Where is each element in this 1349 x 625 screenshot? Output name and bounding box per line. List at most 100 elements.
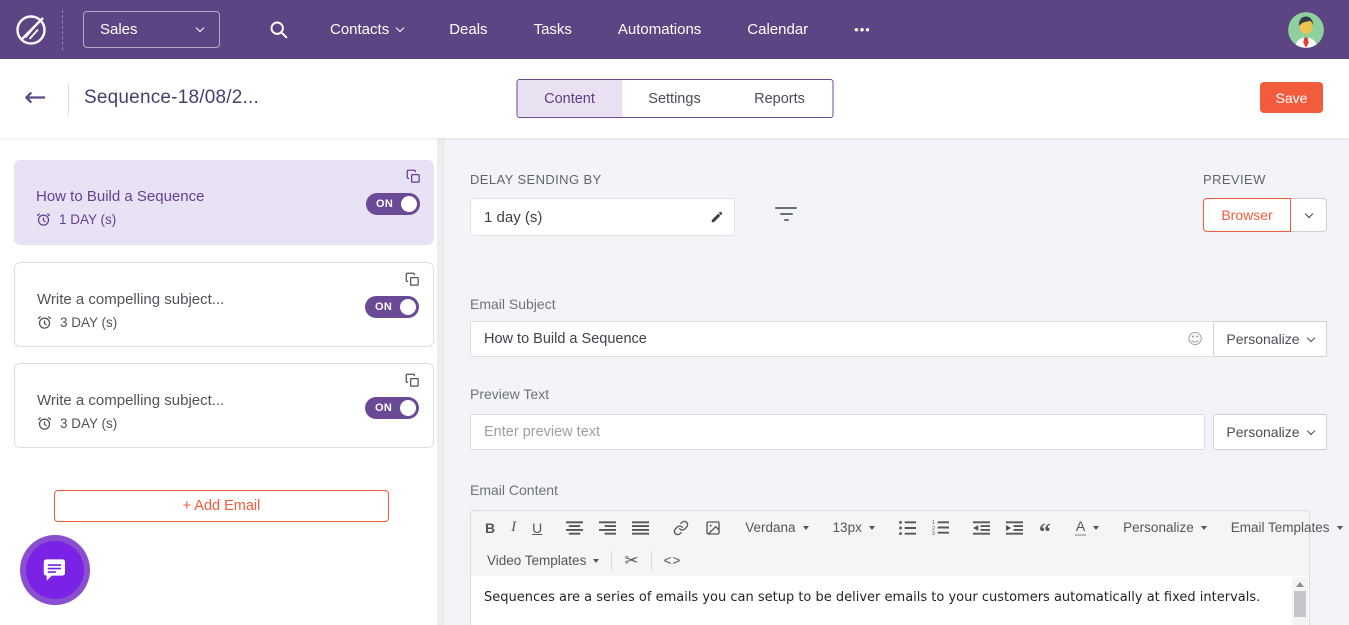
nav-item-contacts[interactable]: Contacts bbox=[307, 21, 426, 38]
back-button[interactable]: ← bbox=[24, 81, 47, 115]
preview-personalize-button[interactable]: Personalize bbox=[1213, 414, 1327, 450]
subject-personalize-button[interactable]: Personalize bbox=[1213, 321, 1327, 357]
email-body-editor[interactable]: Sequences are a series of emails you can… bbox=[470, 576, 1310, 625]
outdent-button[interactable] bbox=[965, 511, 998, 544]
preview-browser-button[interactable]: Browser bbox=[1203, 198, 1291, 232]
preview-button-group: Browser bbox=[1203, 198, 1327, 232]
copy-icon[interactable] bbox=[405, 373, 420, 393]
tab-content[interactable]: Content bbox=[517, 80, 622, 117]
nav-item-automations[interactable]: Automations bbox=[595, 21, 724, 38]
preview-text-label: Preview Text bbox=[470, 386, 549, 402]
alarm-icon bbox=[37, 416, 52, 431]
email-body-text: Sequences are a series of emails you can… bbox=[471, 576, 1309, 605]
email-subject-label: Email Subject bbox=[470, 296, 556, 312]
add-email-button[interactable]: + Add Email bbox=[54, 490, 389, 522]
delay-text: 1 DAY (s) bbox=[59, 212, 116, 227]
chevron-down-icon bbox=[196, 24, 204, 32]
insert-link-button[interactable] bbox=[665, 511, 697, 544]
toggle-knob bbox=[400, 400, 416, 416]
avatar-icon bbox=[1288, 12, 1324, 48]
chat-bubble-icon bbox=[40, 555, 70, 585]
delay-input[interactable] bbox=[470, 198, 735, 236]
email-subject-input[interactable] bbox=[470, 321, 1213, 357]
toggle-on-label: ON bbox=[375, 402, 392, 414]
toggle-knob bbox=[401, 196, 417, 212]
email-card[interactable]: Write a compelling subject... 3 DAY (s) … bbox=[14, 363, 434, 448]
pencil-icon[interactable] bbox=[710, 210, 724, 229]
delay-text: 3 DAY (s) bbox=[60, 315, 117, 330]
workspace-dropdown[interactable]: Sales bbox=[83, 11, 220, 48]
dropdown-arrow-icon bbox=[803, 526, 809, 530]
top-navbar: Sales Contacts Deals Tasks Automations C… bbox=[0, 0, 1349, 59]
chevron-down-icon bbox=[1304, 209, 1312, 217]
save-button[interactable]: Save bbox=[1260, 82, 1323, 113]
insert-image-button[interactable] bbox=[697, 511, 729, 544]
email-card[interactable]: How to Build a Sequence 1 DAY (s) ON bbox=[14, 160, 434, 245]
toggle-knob bbox=[400, 299, 416, 315]
numbered-list-button[interactable]: 123 bbox=[924, 511, 957, 544]
align-justify-button[interactable] bbox=[624, 511, 657, 544]
sidebar-scrollbar[interactable] bbox=[437, 138, 445, 625]
underline-button[interactable]: U bbox=[524, 511, 550, 544]
font-color-dropdown[interactable]: A bbox=[1067, 511, 1107, 544]
preview-dropdown-button[interactable] bbox=[1291, 198, 1327, 232]
email-card-delay: 1 DAY (s) bbox=[36, 212, 116, 227]
copy-icon[interactable] bbox=[406, 169, 421, 189]
nav-item-tasks[interactable]: Tasks bbox=[511, 21, 595, 38]
email-card[interactable]: Write a compelling subject... 3 DAY (s) … bbox=[14, 262, 434, 347]
toggle-on-label: ON bbox=[376, 198, 393, 210]
code-view-button[interactable]: <> bbox=[656, 544, 690, 577]
chat-widget-button[interactable] bbox=[20, 535, 90, 605]
email-toggle[interactable]: ON bbox=[365, 397, 419, 419]
email-toggle[interactable]: ON bbox=[365, 296, 419, 318]
filter-icon[interactable] bbox=[772, 204, 800, 224]
nav-more-button[interactable]: ••• bbox=[831, 22, 894, 37]
user-avatar[interactable] bbox=[1288, 12, 1324, 48]
copy-icon[interactable] bbox=[405, 272, 420, 292]
font-family-dropdown[interactable]: Verdana bbox=[737, 511, 816, 544]
email-card-title: Write a compelling subject... bbox=[37, 291, 224, 308]
subject-input-wrap: ☺ bbox=[470, 321, 1213, 357]
email-card-delay: 3 DAY (s) bbox=[37, 315, 117, 330]
align-center-button[interactable] bbox=[558, 511, 591, 544]
video-templates-label: Video Templates bbox=[487, 553, 586, 568]
toolbar-row-1: B I U bbox=[471, 511, 1309, 544]
chevron-down-icon bbox=[396, 24, 404, 32]
nav-item-calendar[interactable]: Calendar bbox=[724, 21, 831, 38]
app-logo[interactable] bbox=[0, 12, 62, 48]
delay-input-wrap bbox=[470, 198, 735, 236]
align-right-button[interactable] bbox=[591, 511, 624, 544]
email-templates-dropdown[interactable]: Email Templates bbox=[1223, 511, 1349, 544]
tab-settings[interactable]: Settings bbox=[622, 80, 727, 117]
video-templates-dropdown[interactable]: Video Templates bbox=[477, 544, 607, 577]
alarm-icon bbox=[37, 315, 52, 330]
tab-reports[interactable]: Reports bbox=[727, 80, 832, 117]
chevron-down-icon bbox=[1306, 426, 1314, 434]
editor-scrollbar[interactable] bbox=[1292, 577, 1308, 625]
indent-button[interactable] bbox=[998, 511, 1031, 544]
emoji-picker-icon[interactable]: ☺ bbox=[1187, 329, 1203, 349]
nav-item-deals[interactable]: Deals bbox=[426, 21, 510, 38]
font-size-dropdown[interactable]: 13px bbox=[825, 511, 883, 544]
search-button[interactable] bbox=[268, 19, 289, 40]
editor-personalize-dropdown[interactable]: Personalize bbox=[1115, 511, 1215, 544]
preview-label: PREVIEW bbox=[1203, 172, 1266, 187]
tab-group: Content Settings Reports bbox=[516, 79, 833, 118]
blockquote-button[interactable]: “ bbox=[1031, 511, 1059, 544]
page-header: ← Sequence-18/08/2... Content Settings R… bbox=[0, 59, 1349, 138]
nav-items: Contacts Deals Tasks Automations Calenda… bbox=[307, 21, 894, 38]
cut-button[interactable]: ✂ bbox=[616, 544, 646, 577]
italic-button[interactable]: I bbox=[503, 511, 524, 544]
font-family-label: Verdana bbox=[745, 520, 795, 535]
dropdown-arrow-icon bbox=[593, 559, 599, 563]
dropdown-arrow-icon bbox=[1201, 526, 1207, 530]
email-subject-row: ☺ Personalize bbox=[470, 321, 1327, 357]
delay-text: 3 DAY (s) bbox=[60, 416, 117, 431]
navbar-divider bbox=[62, 10, 63, 50]
bold-button[interactable]: B bbox=[477, 511, 503, 544]
bullet-list-button[interactable] bbox=[891, 511, 924, 544]
personalize-label: Personalize bbox=[1226, 424, 1299, 440]
preview-text-input[interactable] bbox=[470, 414, 1205, 450]
email-toggle[interactable]: ON bbox=[366, 193, 420, 215]
dropdown-arrow-icon bbox=[869, 526, 875, 530]
